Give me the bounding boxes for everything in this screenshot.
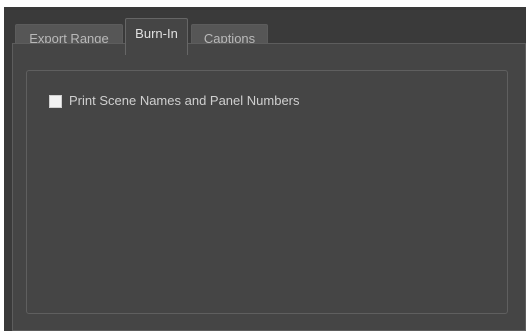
tab-burn-in[interactable]: Burn-In xyxy=(125,18,188,55)
print-scene-names-checkbox[interactable] xyxy=(49,94,62,108)
burn-in-options-group: Print Scene Names and Panel Numbers xyxy=(26,70,508,314)
burn-in-panel: Print Scene Names and Panel Numbers xyxy=(12,43,526,331)
print-scene-names-label: Print Scene Names and Panel Numbers xyxy=(69,93,300,108)
export-dialog: Export Range Burn-In Captions Print Scen… xyxy=(4,7,526,331)
print-scene-names-option[interactable]: Print Scene Names and Panel Numbers xyxy=(49,93,300,109)
